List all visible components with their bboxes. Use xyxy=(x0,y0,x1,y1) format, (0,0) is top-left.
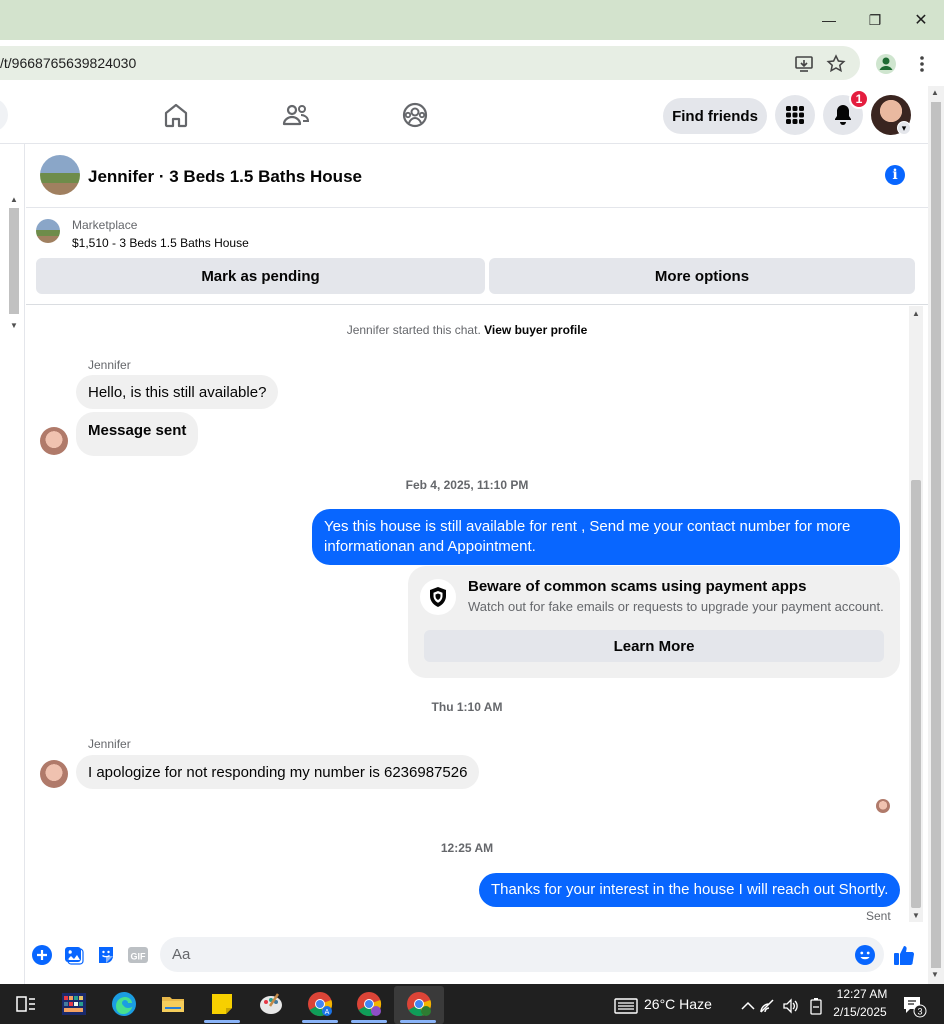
grid-icon xyxy=(786,106,804,124)
active-app-indicator xyxy=(204,1020,240,1023)
edge-browser-icon[interactable] xyxy=(108,988,140,1020)
clock-time[interactable]: 12:27 AM xyxy=(834,987,890,1001)
left-scrollbar-thumb[interactable] xyxy=(9,208,19,314)
menu-grid-button[interactable] xyxy=(775,95,815,135)
chat-contact-avatar[interactable] xyxy=(40,155,80,195)
browser-menu-icon[interactable] xyxy=(910,52,934,76)
chat-title[interactable]: Jennifer · 3 Beds 1.5 Baths House xyxy=(88,167,362,187)
add-plus-icon[interactable] xyxy=(31,944,53,966)
gif-icon[interactable]: GIF xyxy=(127,944,149,966)
message-timestamp: 12:25 AM xyxy=(440,841,494,855)
message-timestamp: Thu 1:10 AM xyxy=(431,700,503,714)
home-icon[interactable] xyxy=(162,101,190,129)
open-app-indicator xyxy=(302,1020,338,1023)
learn-more-button[interactable]: Learn More xyxy=(424,630,884,662)
app-grid-icon[interactable] xyxy=(58,988,90,1020)
scam-warning-title: Beware of common scams using payment app… xyxy=(468,578,807,595)
marketplace-label: Marketplace xyxy=(72,218,138,232)
chrome-active-icon[interactable] xyxy=(403,988,435,1020)
minimize-button[interactable]: — xyxy=(806,8,852,32)
chat-start-note: Jennifer started this chat. View buyer p… xyxy=(26,323,908,337)
incoming-message[interactable]: Hello, is this still available? xyxy=(76,375,279,409)
search-pill[interactable] xyxy=(0,98,8,132)
profile-icon[interactable] xyxy=(874,52,898,76)
listing-title[interactable]: $1,510 - 3 Beds 1.5 Baths House xyxy=(72,236,249,250)
sender-name: Jennifer xyxy=(88,737,131,751)
left-scroll-down-icon[interactable]: ▼ xyxy=(10,321,18,330)
listing-thumbnail[interactable] xyxy=(36,219,60,243)
friends-icon[interactable] xyxy=(282,101,310,129)
left-scroll-up-icon[interactable]: ▲ xyxy=(10,195,18,204)
find-friends-button[interactable]: Find friends xyxy=(663,98,767,134)
chat-scroll-down-icon[interactable]: ▼ xyxy=(912,911,920,920)
outgoing-message[interactable]: Thanks for your interest in the house I … xyxy=(479,873,901,907)
svg-text:A: A xyxy=(325,1009,330,1016)
more-options-button[interactable]: More options xyxy=(489,258,915,294)
contact-avatar[interactable] xyxy=(40,427,68,455)
active-app-indicator xyxy=(400,1020,436,1023)
url-text[interactable]: /t/9668765639824030 xyxy=(0,55,136,71)
chat-start-text: Jennifer started this chat. xyxy=(346,323,481,337)
chrome-profile-a-icon[interactable]: A xyxy=(304,988,336,1020)
info-icon[interactable]: i xyxy=(885,165,905,185)
scroll-up-arrow-icon[interactable]: ▲ xyxy=(931,88,939,97)
message-timestamp: Feb 4, 2025, 11:10 PM xyxy=(405,478,529,492)
shield-icon xyxy=(420,579,456,615)
page-scrollbar-thumb[interactable] xyxy=(931,102,941,968)
sent-status: Sent xyxy=(866,909,891,923)
emoji-icon[interactable] xyxy=(854,944,876,966)
weather-text[interactable]: 26°C Haze xyxy=(644,996,712,1012)
message-input[interactable] xyxy=(160,937,884,972)
photo-icon[interactable] xyxy=(63,944,85,966)
bookmark-star-icon[interactable] xyxy=(824,52,848,76)
bell-icon xyxy=(835,105,851,125)
outgoing-message[interactable]: Yes this house is still available for re… xyxy=(312,509,900,565)
groups-icon[interactable] xyxy=(401,101,429,129)
file-explorer-icon[interactable] xyxy=(157,988,189,1020)
scroll-down-arrow-icon[interactable]: ▼ xyxy=(931,970,939,979)
battery-icon[interactable] xyxy=(800,990,832,1022)
sender-name: Jennifer xyxy=(88,358,131,372)
chrome-profile-b-icon[interactable] xyxy=(353,988,385,1020)
contact-avatar[interactable] xyxy=(40,760,68,788)
close-window-button[interactable]: ✕ xyxy=(898,8,944,32)
like-thumbs-up-icon[interactable] xyxy=(893,944,915,966)
clock-date[interactable]: 2/15/2025 xyxy=(830,1005,890,1019)
notification-center-icon[interactable]: 3 xyxy=(898,990,930,1022)
window-titlebar xyxy=(0,0,944,40)
seen-indicator-avatar xyxy=(876,799,890,813)
sticky-notes-icon[interactable] xyxy=(206,988,238,1020)
view-buyer-profile-link[interactable]: View buyer profile xyxy=(484,323,587,337)
divider xyxy=(26,304,928,305)
incoming-message[interactable]: I apologize for not responding my number… xyxy=(76,755,480,789)
chat-scrollbar-thumb[interactable] xyxy=(911,480,921,908)
chat-scroll-up-icon[interactable]: ▲ xyxy=(912,309,920,318)
notification-badge: 1 xyxy=(849,89,869,109)
restore-button[interactable]: ❐ xyxy=(852,8,898,32)
chevron-down-icon[interactable]: ▾ xyxy=(897,121,911,135)
auto-reply-message[interactable]: Message sent xyxy=(76,412,199,456)
weather-icon[interactable] xyxy=(610,990,642,1022)
svg-text:GIF: GIF xyxy=(131,952,147,962)
mark-as-pending-button[interactable]: Mark as pending xyxy=(36,258,485,294)
paint-app-icon[interactable] xyxy=(255,988,287,1020)
task-view-icon[interactable] xyxy=(10,988,42,1020)
sticker-icon[interactable] xyxy=(95,944,117,966)
tray-notification-count: 3 xyxy=(917,1007,922,1017)
open-app-indicator xyxy=(351,1020,387,1023)
scam-warning-subtitle: Watch out for fake emails or requests to… xyxy=(468,599,884,614)
install-app-icon[interactable] xyxy=(792,52,816,76)
